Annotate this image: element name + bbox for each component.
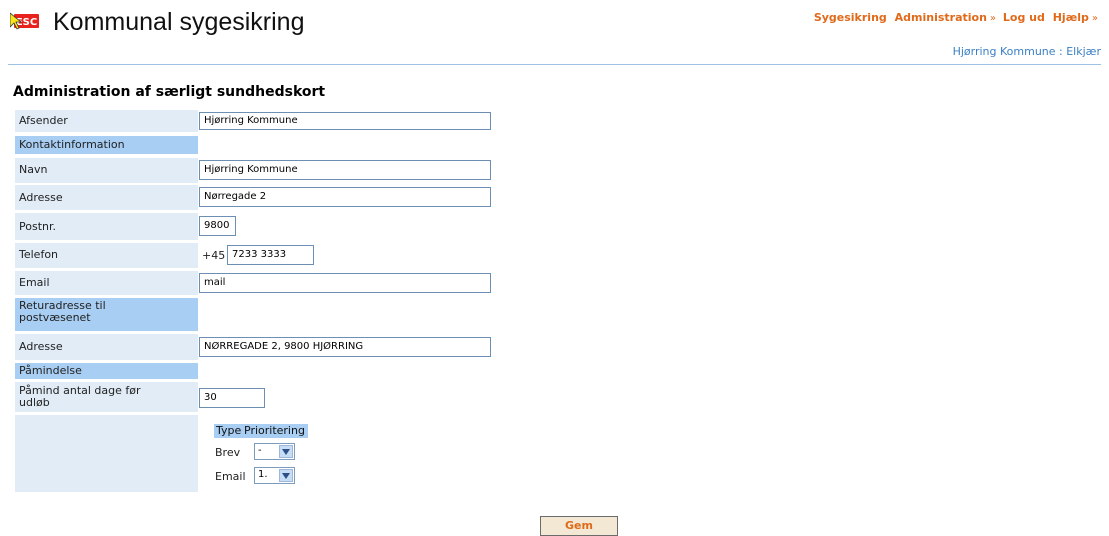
- section-kontaktinformation: Kontaktinformation: [15, 136, 198, 154]
- page-title: Administration af særligt sundhedskort: [13, 84, 326, 100]
- save-button[interactable]: Gem: [540, 516, 618, 536]
- navn-label: Navn: [19, 163, 48, 176]
- nav-sygesikring[interactable]: Sygesikring: [814, 11, 887, 24]
- section-paamindelse: Påmindelse: [15, 363, 198, 379]
- select-value: 1.: [258, 469, 268, 480]
- adresse-label: Adresse: [19, 191, 63, 204]
- postnr-field[interactable]: 9800: [199, 216, 236, 236]
- row-navn: Navn: [15, 158, 198, 183]
- chevron-down-icon[interactable]: »: [990, 13, 996, 24]
- priority-prioritering-header: Prioritering: [242, 424, 308, 438]
- row-postnr: Postnr.: [15, 213, 198, 240]
- select-value: -: [258, 445, 262, 456]
- telefon-field[interactable]: 7233 3333: [227, 245, 314, 265]
- navn-field[interactable]: Hjørring Kommune: [199, 160, 491, 180]
- adresse-field[interactable]: Nørregade 2: [199, 187, 491, 207]
- chevron-down-icon[interactable]: [279, 469, 293, 482]
- row-email: Email: [15, 271, 198, 295]
- app-title: Kommunal sygesikring: [53, 8, 305, 36]
- esc-logo: ESC: [10, 11, 40, 31]
- telefon-prefix: +45: [202, 249, 226, 262]
- section-label: Påmindelse: [19, 364, 82, 377]
- nav-log-ud[interactable]: Log ud: [1003, 11, 1045, 24]
- retur-adresse-label: Adresse: [19, 340, 63, 353]
- priority-select-email[interactable]: 1.: [254, 467, 295, 484]
- user-info: Hjørring Kommune : Elkjær: [952, 45, 1101, 58]
- row-priority-spacer: [15, 415, 198, 492]
- priority-type-header: Type: [214, 424, 244, 438]
- top-navigation: Sygesikring Administration» Log ud Hjælp…: [814, 11, 1101, 24]
- priority-type-brev: Brev: [215, 446, 241, 459]
- section-returadresse: Returadresse til postvæsenet: [15, 298, 198, 331]
- row-retur-adresse: Adresse: [15, 334, 198, 360]
- afsender-field[interactable]: Hjørring Kommune: [199, 112, 491, 130]
- afsender-label: Afsender: [19, 114, 68, 127]
- row-paamind-dage: Påmind antal dage før udløb: [15, 382, 198, 412]
- section-label: Kontaktinformation: [19, 138, 125, 151]
- row-telefon: Telefon: [15, 243, 198, 268]
- priority-select-brev[interactable]: -: [254, 443, 295, 460]
- retur-adresse-field[interactable]: NØRREGADE 2, 9800 HJØRRING: [199, 337, 491, 357]
- email-field[interactable]: mail: [199, 273, 491, 293]
- chevron-down-icon[interactable]: [279, 445, 293, 458]
- paamind-dage-label: Påmind antal dage før udløb: [19, 384, 141, 409]
- row-afsender: Afsender: [15, 110, 198, 132]
- postnr-label: Postnr.: [19, 220, 56, 233]
- chevron-down-icon[interactable]: »: [1092, 13, 1098, 24]
- nav-hjaelp[interactable]: Hjælp: [1053, 11, 1089, 24]
- priority-type-email: Email: [215, 470, 246, 483]
- nav-administration[interactable]: Administration: [895, 11, 987, 24]
- telefon-label: Telefon: [19, 248, 59, 261]
- paamind-dage-field[interactable]: 30: [199, 388, 265, 408]
- row-adresse: Adresse: [15, 185, 198, 210]
- email-label: Email: [19, 276, 50, 289]
- section-label: Returadresse til postvæsenet: [19, 299, 106, 324]
- header-divider: [8, 64, 1101, 65]
- svg-text:ESC: ESC: [16, 17, 37, 28]
